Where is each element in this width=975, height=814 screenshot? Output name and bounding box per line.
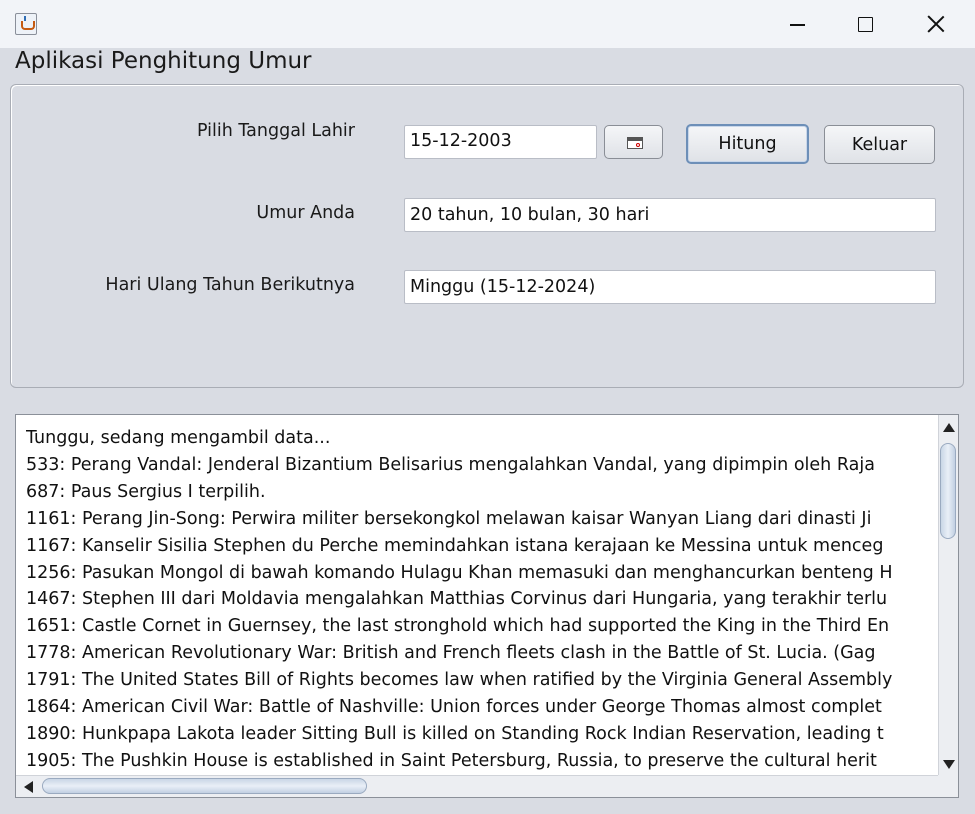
minimize-icon bbox=[790, 24, 805, 26]
log-line: 1864: American Civil War: Battle of Nash… bbox=[26, 697, 882, 718]
hitung-button[interactable]: Hitung bbox=[686, 124, 809, 164]
log-line: 1256: Pasukan Mongol di bawah komando Hu… bbox=[26, 562, 893, 583]
close-icon bbox=[927, 15, 944, 32]
history-text-area[interactable]: Tunggu, sedang mengambil data... 533: Pe… bbox=[15, 414, 959, 798]
app-heading: Aplikasi Penghitung Umur bbox=[15, 48, 312, 74]
calendar-button[interactable] bbox=[604, 125, 663, 159]
age-field[interactable]: 20 tahun, 10 bulan, 30 hari bbox=[404, 198, 936, 232]
keluar-button[interactable]: Keluar bbox=[824, 125, 935, 164]
log-line: 1651: Castle Cornet in Guernsey, the las… bbox=[26, 616, 890, 637]
title-bar[interactable] bbox=[0, 0, 975, 48]
birth-date-field[interactable]: 15-12-2003 bbox=[404, 125, 597, 159]
next-birthday-label: Hari Ulang Tahun Berikutnya bbox=[105, 275, 355, 295]
log-line: Tunggu, sedang mengambil data... bbox=[26, 428, 331, 448]
horizontal-scrollbar[interactable] bbox=[16, 775, 952, 797]
log-line: 687: Paus Sergius I terpilih. bbox=[26, 481, 266, 502]
log-line: 1161: Perang Jin-Song: Perwira militer b… bbox=[26, 508, 872, 529]
scroll-down-icon[interactable] bbox=[943, 760, 955, 769]
maximize-icon bbox=[858, 17, 873, 32]
log-line: 1778: American Revolutionary War: Britis… bbox=[26, 643, 876, 664]
next-birthday-field[interactable]: Minggu (15-12-2024) bbox=[404, 270, 936, 304]
minimize-button[interactable] bbox=[762, 0, 832, 48]
log-line: 1167: Kanselir Sisilia Stephen du Perche… bbox=[26, 535, 884, 556]
scrollbar-corner bbox=[938, 775, 958, 797]
log-line: 1791: The United States Bill of Rights b… bbox=[26, 670, 893, 691]
vertical-scrollbar[interactable] bbox=[938, 415, 958, 777]
history-text: Tunggu, sedang mengambil data... 533: Pe… bbox=[26, 425, 938, 777]
scroll-up-icon[interactable] bbox=[943, 423, 955, 432]
app-window: Aplikasi Penghitung Umur Pilih Tanggal L… bbox=[0, 0, 975, 814]
maximize-button[interactable] bbox=[830, 0, 900, 48]
close-button[interactable] bbox=[900, 0, 970, 48]
vertical-scroll-thumb[interactable] bbox=[940, 443, 956, 539]
log-line: 1905: The Pushkin House is established i… bbox=[26, 750, 877, 771]
calendar-icon bbox=[627, 137, 643, 149]
log-line: 1890: Hunkpapa Lakota leader Sitting Bul… bbox=[26, 723, 884, 744]
birth-date-label: Pilih Tanggal Lahir bbox=[196, 121, 355, 141]
scroll-left-icon[interactable] bbox=[24, 781, 33, 793]
log-line: 533: Perang Vandal: Jenderal Bizantium B… bbox=[26, 454, 875, 475]
log-line: 1467: Stephen III dari Moldavia mengalah… bbox=[26, 589, 888, 610]
age-label: Umur Anda bbox=[256, 203, 355, 223]
java-cup-icon bbox=[15, 13, 37, 35]
horizontal-scroll-thumb[interactable] bbox=[42, 778, 367, 794]
